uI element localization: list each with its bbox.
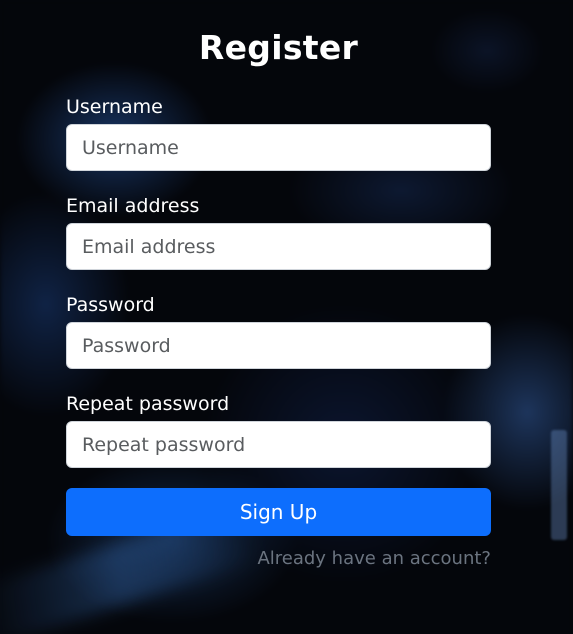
repeat-password-input[interactable] xyxy=(66,421,491,468)
page-title: Register xyxy=(198,28,359,67)
repeat-password-label: Repeat password xyxy=(66,393,230,415)
background-glyph xyxy=(551,430,567,540)
sign-up-button[interactable]: Sign Up xyxy=(66,488,491,536)
email-label: Email address xyxy=(66,195,200,217)
username-input[interactable] xyxy=(66,124,491,171)
login-link[interactable]: Already have an account? xyxy=(257,548,491,569)
email-input[interactable] xyxy=(66,223,491,270)
password-label: Password xyxy=(66,294,155,316)
username-label: Username xyxy=(66,96,163,118)
password-input[interactable] xyxy=(66,322,491,369)
